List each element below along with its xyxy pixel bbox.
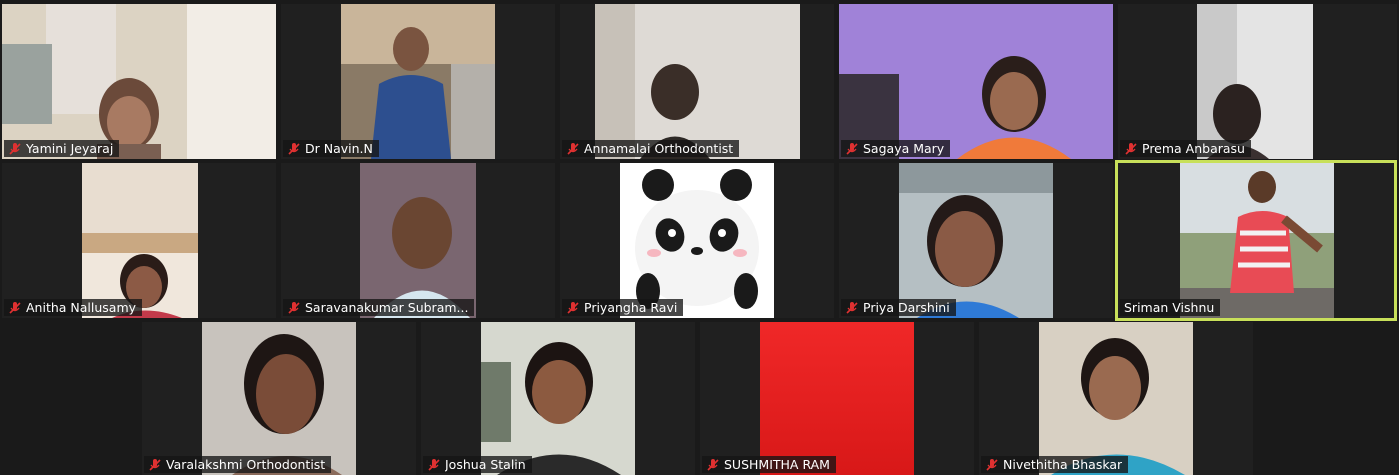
participant-video — [899, 163, 1053, 318]
participant-name-tag: Anitha Nallusamy — [4, 299, 143, 316]
video-tile-sriman-active-speaker[interactable]: Sriman Vishnu — [1115, 160, 1397, 321]
participant-name: Yamini Jeyaraj — [26, 141, 114, 156]
participant-name: Varalakshmi Orthodontist — [166, 457, 326, 472]
participant-video-image — [595, 4, 800, 159]
participant-name: Sriman Vishnu — [1124, 300, 1215, 315]
participant-video-image — [360, 163, 476, 318]
participant-name: SUSHMITHA RAM — [724, 457, 830, 472]
participant-video — [760, 322, 914, 475]
panda-avatar-icon — [620, 163, 774, 318]
participant-name-tag: Saravanakumar Subram... — [283, 299, 475, 316]
participant-video — [620, 163, 774, 318]
muted-mic-icon — [428, 458, 440, 471]
participant-name-tag: Varalakshmi Orthodontist — [144, 456, 332, 473]
participant-name: Priya Darshini — [863, 300, 950, 315]
muted-mic-icon — [149, 458, 161, 471]
participant-name: Annamalai Orthodontist — [584, 141, 734, 156]
participant-video — [481, 322, 635, 475]
video-tile-yamini[interactable]: Yamini Jeyaraj — [2, 4, 276, 159]
participant-video-image — [341, 4, 495, 159]
participant-name: Priyangha Ravi — [584, 300, 678, 315]
participant-video-image — [760, 322, 914, 475]
muted-mic-icon — [846, 142, 858, 155]
participant-name-tag: Sagaya Mary — [841, 140, 951, 157]
muted-mic-icon — [288, 142, 300, 155]
participant-video — [1039, 322, 1193, 475]
participant-video-image — [481, 322, 635, 475]
participant-video — [360, 163, 476, 318]
video-tile-sagaya[interactable]: Sagaya Mary — [839, 4, 1113, 159]
participant-video — [1197, 4, 1313, 159]
participant-name-tag: SUSHMITHA RAM — [702, 456, 836, 473]
participant-video — [1180, 163, 1334, 318]
participant-video — [82, 163, 198, 318]
video-tile-nivethitha[interactable]: Nivethitha Bhaskar — [979, 322, 1253, 475]
muted-mic-icon — [707, 458, 719, 471]
participant-video — [202, 322, 356, 475]
muted-mic-icon — [846, 301, 858, 314]
video-tile-annamalai[interactable]: Annamalai Orthodontist — [560, 4, 834, 159]
participant-name: Joshua Stalin — [445, 457, 526, 472]
video-tile-prema[interactable]: Prema Anbarasu — [1118, 4, 1397, 159]
participant-video-image — [899, 163, 1053, 318]
video-tile-anitha[interactable]: Anitha Nallusamy — [2, 163, 276, 318]
participant-name: Sagaya Mary — [863, 141, 945, 156]
participant-video-image — [82, 163, 198, 318]
participant-name-tag: Prema Anbarasu — [1120, 140, 1251, 157]
participant-name: Dr Navin.N — [305, 141, 373, 156]
participant-video-image — [839, 4, 1113, 159]
participant-video-image — [1180, 163, 1334, 318]
muted-mic-icon — [567, 301, 579, 314]
participant-name-tag: Annamalai Orthodontist — [562, 140, 740, 157]
participant-name: Saravanakumar Subram... — [305, 300, 469, 315]
video-tile-priyangha[interactable]: Priyangha Ravi — [560, 163, 834, 318]
muted-mic-icon — [9, 142, 21, 155]
participant-video-image — [1039, 322, 1193, 475]
muted-mic-icon — [986, 458, 998, 471]
participant-video-image — [202, 322, 356, 475]
participant-video-image — [1197, 4, 1313, 159]
muted-mic-icon — [288, 301, 300, 314]
participant-name-tag: Priya Darshini — [841, 299, 956, 316]
video-tile-saravanakumar[interactable]: Saravanakumar Subram... — [281, 163, 555, 318]
muted-mic-icon — [567, 142, 579, 155]
video-tile-joshua[interactable]: Joshua Stalin — [421, 322, 695, 475]
muted-mic-icon — [1125, 142, 1137, 155]
participant-video — [595, 4, 800, 159]
participant-video — [2, 4, 276, 159]
video-tile-navin[interactable]: Dr Navin.N — [281, 4, 555, 159]
participant-name: Nivethitha Bhaskar — [1003, 457, 1123, 472]
participant-name: Prema Anbarasu — [1142, 141, 1245, 156]
video-tile-varalakshmi[interactable]: Varalakshmi Orthodontist — [142, 322, 416, 475]
participant-name: Anitha Nallusamy — [26, 300, 137, 315]
participant-name-tag: Yamini Jeyaraj — [4, 140, 120, 157]
muted-mic-icon — [9, 301, 21, 314]
participant-video-image — [2, 4, 276, 159]
video-tile-priya[interactable]: Priya Darshini — [839, 163, 1113, 318]
video-tile-sushmitha[interactable]: SUSHMITHA RAM — [700, 322, 974, 475]
participant-name-tag: Priyangha Ravi — [562, 299, 684, 316]
participant-name-tag: Nivethitha Bhaskar — [981, 456, 1129, 473]
participant-name-tag: Joshua Stalin — [423, 456, 532, 473]
participant-name-tag: Dr Navin.N — [283, 140, 379, 157]
participant-video — [341, 4, 495, 159]
participant-name-tag: Sriman Vishnu — [1120, 299, 1221, 316]
participant-video — [839, 4, 1113, 159]
